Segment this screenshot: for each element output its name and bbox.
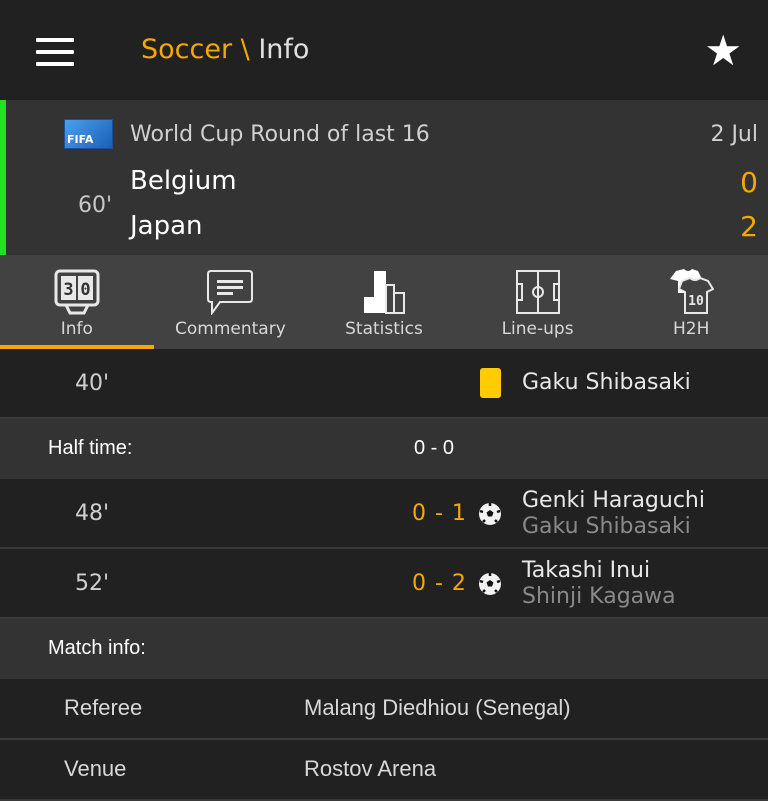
match-date: 2 Jul: [710, 122, 758, 147]
match-info-header: Match info:: [0, 619, 768, 679]
half-time-score: 0 - 0: [414, 437, 455, 459]
event-assist: Shinji Kagawa: [522, 584, 676, 609]
speech-bubble-icon: [154, 267, 308, 317]
fifa-logo-icon: FIFA: [64, 119, 113, 149]
tab-label: Statistics: [345, 319, 423, 339]
info-row-referee: Referee Malang Diedhiou (Senegal): [0, 679, 768, 740]
tab-label: Info: [60, 319, 93, 339]
match-header: FIFA World Cup Round of last 16 2 Jul 60…: [0, 100, 768, 255]
event-minute: 48': [75, 501, 110, 526]
star-icon[interactable]: ★: [704, 30, 742, 72]
away-team: Japan: [130, 211, 203, 241]
tab-line-ups[interactable]: Line-ups: [461, 255, 615, 349]
event-player: Gaku Shibasaki: [522, 370, 691, 395]
match-minute: 60': [78, 193, 113, 218]
soccer-ball-icon: [479, 503, 501, 525]
info-key: Referee: [64, 695, 143, 720]
info-row-venue: Venue Rostov Arena: [0, 740, 768, 801]
tab-h2h[interactable]: 10 H2H: [614, 255, 768, 349]
tab-statistics[interactable]: Statistics: [307, 255, 461, 349]
event-minute: 40': [75, 371, 110, 396]
tab-label: Commentary: [175, 319, 286, 339]
event-row: 40' Gaku Shibasaki: [0, 349, 768, 419]
tab-label: H2H: [672, 319, 710, 339]
event-row: 48' 0 - 1 Genki Haraguchi Gaku Shibasaki: [0, 479, 768, 549]
info-value: Rostov Arena: [304, 756, 437, 781]
breadcrumb-page: Info: [258, 34, 310, 65]
svg-text:3: 3: [63, 280, 73, 300]
competition-name: World Cup Round of last 16: [130, 122, 430, 147]
event-row: 52' 0 - 2 Takashi Inui Shinji Kagawa: [0, 549, 768, 619]
top-bar: Soccer \ Info ★: [0, 0, 768, 100]
info-key: Venue: [64, 756, 127, 781]
pitch-icon: [461, 267, 615, 317]
match-info-label: Match info:: [48, 637, 146, 659]
breadcrumb-separator: \: [232, 34, 259, 65]
home-score: 0: [740, 166, 758, 199]
info-value: Malang Diedhiou (Senegal): [304, 695, 571, 720]
half-time-row: Half time: 0 - 0: [0, 419, 768, 479]
home-team: Belgium: [130, 166, 237, 196]
event-assist: Gaku Shibasaki: [522, 514, 691, 539]
tab-label: Line-ups: [501, 319, 574, 339]
svg-text:10: 10: [688, 294, 704, 309]
event-scorer: Takashi Inui: [522, 558, 651, 583]
event-score: 0 - 1: [412, 501, 467, 526]
tab-bar: 30 Info Commentary Statistics Line-ups 1…: [0, 255, 768, 349]
yellow-card-icon: [480, 368, 501, 398]
half-time-label: Half time:: [48, 437, 133, 459]
event-minute: 52': [75, 571, 110, 596]
away-score: 2: [740, 210, 758, 243]
bar-chart-icon: [307, 267, 461, 317]
event-score: 0 - 2: [412, 571, 467, 596]
svg-text:0: 0: [80, 280, 90, 300]
scoreboard-icon: 30: [0, 267, 154, 317]
jersey-icon: 10: [614, 267, 768, 317]
breadcrumb-sport[interactable]: Soccer: [141, 34, 232, 65]
event-scorer: Genki Haraguchi: [522, 488, 705, 513]
soccer-ball-icon: [479, 573, 501, 595]
tab-info[interactable]: 30 Info: [0, 255, 154, 349]
tab-commentary[interactable]: Commentary: [154, 255, 308, 349]
hamburger-menu-icon[interactable]: [36, 38, 74, 66]
page-title: Soccer \ Info: [141, 34, 309, 65]
